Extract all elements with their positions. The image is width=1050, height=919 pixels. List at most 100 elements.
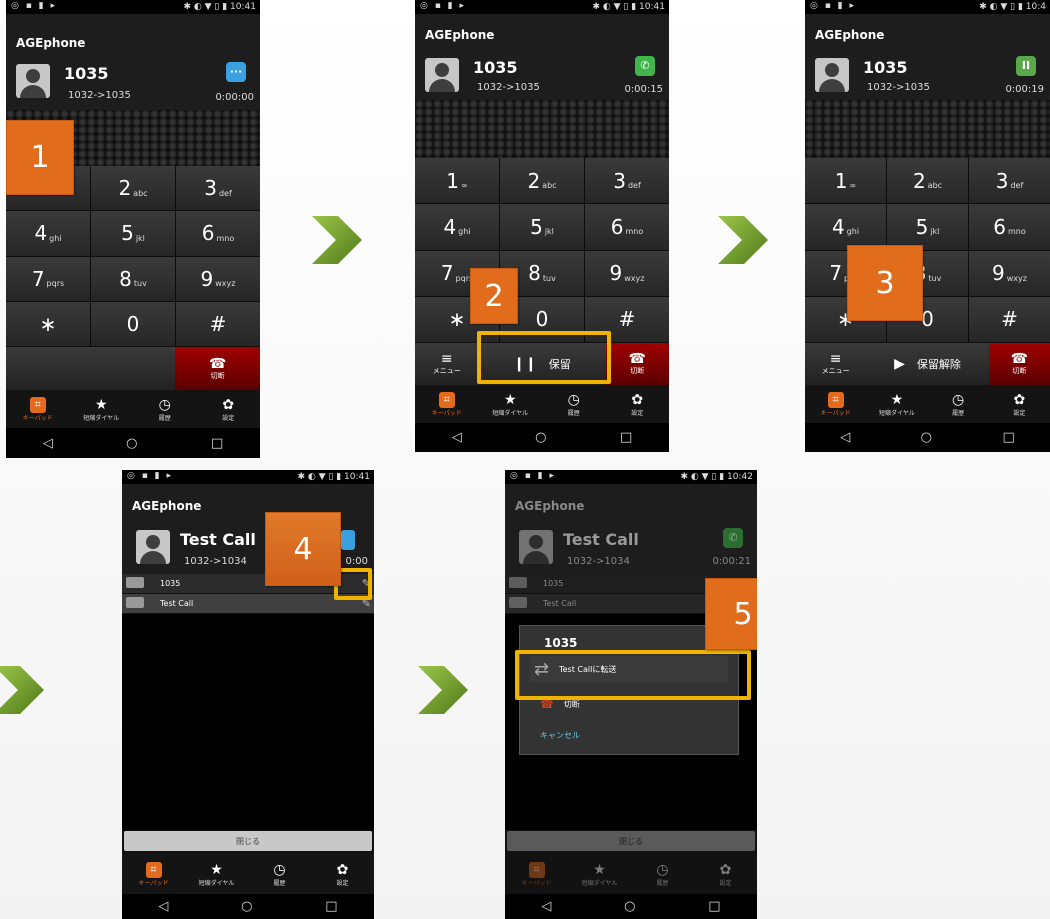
caller-name: 1035 — [863, 58, 908, 77]
key-hash[interactable]: # — [969, 296, 1050, 342]
tab-settings[interactable]: ✿ 設定 — [989, 385, 1050, 423]
hangup-button[interactable]: ☎ 切断 — [605, 343, 669, 385]
key-8[interactable]: 8tuv — [91, 256, 175, 301]
caller-name: Test Call — [563, 530, 639, 549]
screen-step-3: ◎ ▪ ▮ ▸ ✱ ◐ ▼ ▯ ▮ 10:4 AGEphone 1035 1032… — [805, 0, 1050, 452]
empty-action — [6, 347, 91, 390]
dialog-title: 1035 — [544, 636, 578, 650]
step-badge-1: 1 — [6, 120, 74, 195]
key-4[interactable]: 4 ghi — [805, 204, 886, 250]
key-4[interactable]: 4 ghi — [415, 204, 499, 250]
action-row: ☎ 切断 — [6, 347, 260, 390]
close-button[interactable]: 閉じる — [124, 831, 372, 851]
key-9[interactable]: 9 wxyz — [969, 250, 1050, 296]
key-5[interactable]: 5 jkl — [91, 211, 175, 256]
caller-name: 1035 — [473, 58, 518, 77]
tab-settings[interactable]: ✿ 設定 — [694, 854, 757, 894]
hold-highlight — [477, 331, 611, 384]
tab-history[interactable]: ◷ 履歴 — [248, 854, 311, 894]
key-5[interactable]: 5 jkl — [887, 204, 968, 250]
step-badge-4: 4 — [265, 512, 341, 586]
tab-keypad[interactable]: ⌗ キーパッド — [805, 385, 866, 423]
key-star[interactable]: ∗ — [6, 301, 90, 346]
home-icon[interactable]: ○ — [921, 430, 932, 445]
tab-history[interactable]: ◷ 履歴 — [928, 385, 989, 423]
recent-icon[interactable]: □ — [620, 430, 632, 445]
key-5[interactable]: 5 jkl — [500, 204, 584, 250]
back-icon[interactable]: ◁ — [158, 899, 168, 914]
hangup-button[interactable]: ☎ 切断 — [988, 343, 1050, 385]
caller-route: 1032->1035 — [867, 82, 930, 93]
key-2[interactable]: 2 abc — [91, 166, 175, 211]
tab-history[interactable]: ◷ 履歴 — [133, 390, 197, 428]
recent-icon[interactable]: □ — [211, 436, 223, 451]
status-bar: ◎ ▪ ▮ ▸ ✱ ◐ ▼ ▯ ▮ 10:41 — [6, 0, 260, 14]
home-icon[interactable]: ○ — [624, 899, 635, 914]
tab-speed-dial[interactable]: ★ 短縮ダイヤル — [479, 385, 543, 423]
tab-settings[interactable]: ✿ 設定 — [311, 854, 374, 894]
key-2[interactable]: 2 abc — [887, 158, 968, 204]
empty-action — [90, 347, 176, 390]
home-icon[interactable]: ○ — [535, 430, 546, 445]
tab-keypad[interactable]: ⌗ キーパッド — [6, 390, 70, 428]
tab-keypad[interactable]: ⌗ キーパッド — [505, 854, 568, 894]
call-timer: 0:00 — [345, 556, 368, 567]
key-4[interactable]: 4 ghi — [6, 211, 90, 256]
key-2[interactable]: 2 abc — [500, 158, 584, 204]
menu-button[interactable]: ≡ メニュー — [805, 343, 867, 385]
key-1[interactable]: 1∞ — [415, 158, 499, 204]
caller-name: Test Call — [180, 530, 256, 549]
key-6[interactable]: 6 mno — [176, 211, 260, 256]
tab-keypad[interactable]: ⌗ キーパッド — [415, 385, 479, 423]
tab-history[interactable]: ◷ 履歴 — [542, 385, 606, 423]
key-7[interactable]: 7pqrs — [6, 256, 90, 301]
recent-icon[interactable]: □ — [325, 899, 337, 914]
key-0[interactable]: 0 — [91, 301, 175, 346]
nav-bar: ◁ ○ □ — [122, 894, 374, 919]
tab-settings[interactable]: ✿ 設定 — [197, 390, 261, 428]
cancel-button[interactable]: キャンセル — [540, 730, 580, 741]
tab-speed-dial[interactable]: ★ 短縮ダイヤル — [866, 385, 927, 423]
screen-step-5: ◎ ▪ ▮ ▸ ✱ ◐ ▼ ▯ ▮ 10:42 AGEphone Test Cal… — [505, 470, 757, 919]
screen-step-4: ◎ ▪ ▮ ▸ ✱ ◐ ▼ ▯ ▮ 10:41 AGEphone Test Cal… — [122, 470, 374, 919]
key-hash[interactable]: # — [176, 301, 260, 346]
back-icon[interactable]: ◁ — [43, 436, 53, 451]
key-6[interactable]: 6 mno — [585, 204, 669, 250]
call-status-icon: ··· — [226, 62, 246, 82]
menu-icon: ≡ — [829, 351, 842, 367]
key-3[interactable]: 3 def — [585, 158, 669, 204]
tab-speed-dial[interactable]: ★ 短縮ダイヤル — [70, 390, 134, 428]
tab-history[interactable]: ◷ 履歴 — [631, 854, 694, 894]
back-icon[interactable]: ◁ — [452, 430, 462, 445]
gear-icon: ✿ — [719, 861, 732, 878]
key-3[interactable]: 3 def — [969, 158, 1050, 204]
tab-settings[interactable]: ✿ 設定 — [606, 385, 670, 423]
star-icon: ★ — [94, 396, 108, 413]
avatar — [16, 64, 50, 98]
keypad-icon: ⌗ — [528, 861, 545, 878]
keypad: 1∞ 2abc 3def 4ghi 5jkl 6mno 7pqrs 8tuv 9… — [415, 158, 669, 342]
key-1[interactable]: 1∞ — [805, 158, 886, 204]
app-title: AGEphone — [6, 14, 260, 54]
recent-icon[interactable]: □ — [1002, 430, 1014, 445]
menu-button[interactable]: ≡ メニュー — [415, 343, 479, 385]
call-header: Test Call 1032->1034 ✆ 0:00:21 — [505, 518, 757, 574]
home-icon[interactable]: ○ — [241, 899, 252, 914]
close-button[interactable]: 閉じる — [507, 831, 755, 851]
star-icon: ★ — [890, 391, 904, 408]
back-icon[interactable]: ◁ — [840, 430, 850, 445]
tab-speed-dial[interactable]: ★ 短縮ダイヤル — [568, 854, 631, 894]
back-icon[interactable]: ◁ — [541, 899, 551, 914]
key-6[interactable]: 6 mno — [969, 204, 1050, 250]
hangup-button[interactable]: ☎ 切断 — [175, 347, 260, 390]
tab-speed-dial[interactable]: ★ 短縮ダイヤル — [185, 854, 248, 894]
unhold-button[interactable]: ▶ 保留解除 — [866, 343, 989, 385]
status-bar: ◎ ▪ ▮ ▸ ✱ ◐ ▼ ▯ ▮ 10:4 — [805, 0, 1050, 14]
recent-icon[interactable]: □ — [708, 899, 720, 914]
key-9[interactable]: 9 wxyz — [585, 250, 669, 296]
tab-keypad[interactable]: ⌗ キーパッド — [122, 854, 185, 894]
app-title: AGEphone — [505, 484, 757, 518]
key-9[interactable]: 9 wxyz — [176, 256, 260, 301]
home-icon[interactable]: ○ — [126, 436, 137, 451]
key-3[interactable]: 3 def — [176, 166, 260, 211]
